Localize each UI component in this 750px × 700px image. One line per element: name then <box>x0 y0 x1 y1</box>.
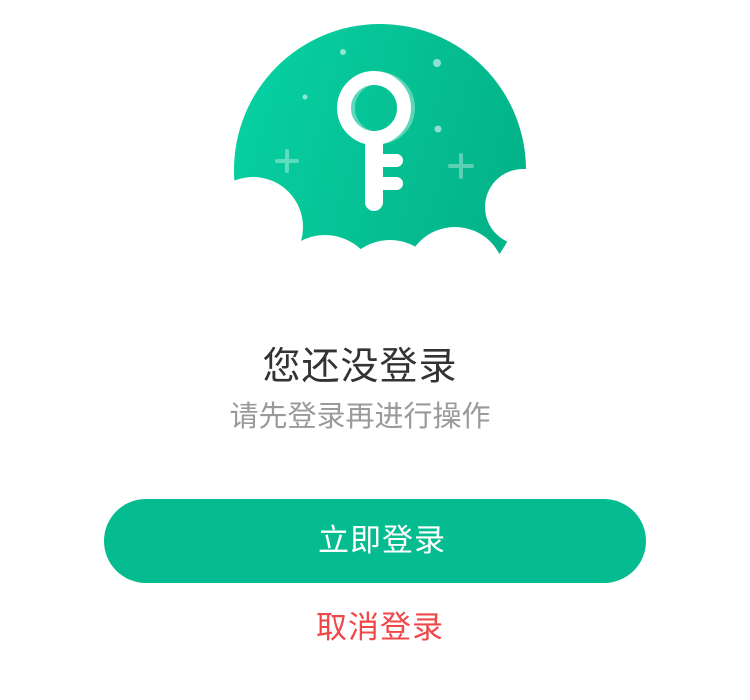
empty-state-subtitle: 请先登录再进行操作 <box>229 399 491 433</box>
empty-state-title: 您还没登录 <box>262 344 458 388</box>
cancel-login-link[interactable]: 取消登录 <box>0 606 750 650</box>
key-icon <box>225 24 535 275</box>
login-illustration <box>225 15 535 275</box>
login-button[interactable]: 立即登录 <box>104 499 646 583</box>
